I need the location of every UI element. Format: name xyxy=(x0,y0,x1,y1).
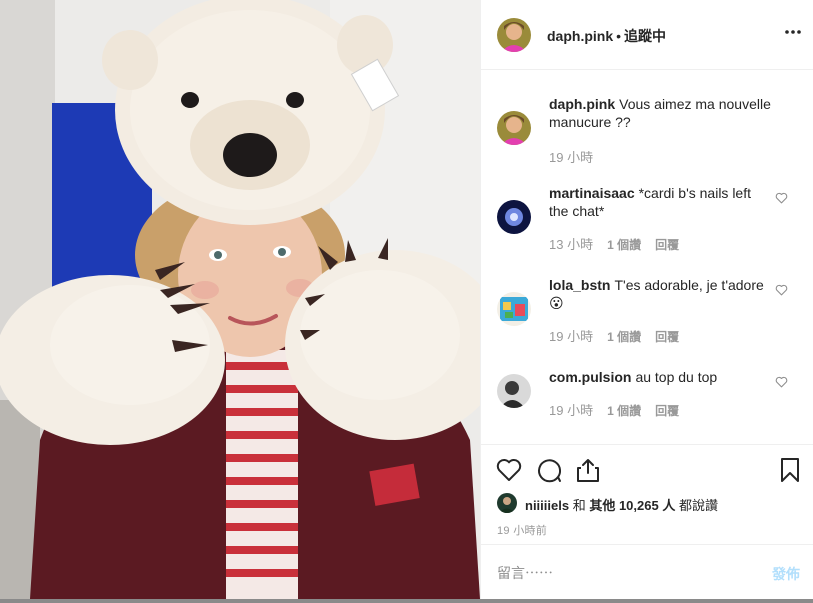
likes-conjunction: 和 xyxy=(572,498,586,513)
liker-avatar[interactable] xyxy=(497,493,517,513)
window-bottom-edge xyxy=(0,599,813,603)
likes-suffix: 都說讚 xyxy=(678,498,718,513)
comment-time[interactable]: 13 小時 xyxy=(549,237,593,252)
liker-username[interactable]: niiiiiels xyxy=(525,498,569,513)
bookmark-icon[interactable] xyxy=(777,457,803,483)
comment-time[interactable]: 19 小時 xyxy=(549,329,593,344)
comment-likes[interactable]: 1 個讚 xyxy=(607,404,641,418)
more-icon[interactable] xyxy=(784,22,802,46)
post-side-panel: daph.pink • 追蹤中 daph.pink Vous aimez ma … xyxy=(480,0,813,599)
share-icon[interactable] xyxy=(575,457,601,483)
comment-heart-icon[interactable] xyxy=(775,376,788,388)
separator-dot: • xyxy=(616,28,622,44)
post-photo[interactable] xyxy=(0,0,480,599)
comment-heart-icon[interactable] xyxy=(775,192,788,204)
comment-text: com.pulsion au top du top xyxy=(549,368,771,386)
comment-text: martinaisaac *cardi b's nails left the ch… xyxy=(549,184,771,220)
comment-time[interactable]: 19 小時 xyxy=(549,403,593,418)
heart-icon[interactable] xyxy=(496,457,522,483)
likes-others-count[interactable]: 其他 10,265 人 xyxy=(589,498,675,513)
commenter-avatar[interactable] xyxy=(497,200,531,234)
post-timestamp[interactable]: 19 小時前 xyxy=(497,522,547,538)
post-header: daph.pink • 追蹤中 xyxy=(481,0,813,70)
photo-illustration xyxy=(0,0,480,599)
comment-meta: 19 小時 xyxy=(549,147,607,166)
comment-username[interactable]: lola_bstn xyxy=(549,277,610,293)
instagram-post-modal: daph.pink • 追蹤中 daph.pink Vous aimez ma … xyxy=(0,0,813,603)
comment-meta: 13 小時 1 個讚 回覆 xyxy=(549,234,693,253)
post-comment-button[interactable]: 發佈 xyxy=(772,564,800,584)
author-avatar[interactable] xyxy=(497,18,531,52)
author-username[interactable]: daph.pink xyxy=(547,28,613,44)
comment-time[interactable]: 19 小時 xyxy=(549,150,593,165)
comment-username[interactable]: com.pulsion xyxy=(549,369,631,385)
reply-button[interactable]: 回覆 xyxy=(655,330,679,344)
post-actions: niiiiiels 和 其他 10,265 人 都說讚 19 小時前 xyxy=(481,444,813,544)
follow-status-button[interactable]: 追蹤中 xyxy=(624,28,666,44)
comment-likes[interactable]: 1 個讚 xyxy=(607,238,641,252)
comments-list[interactable]: daph.pink Vous aimez ma nouvelle manucure… xyxy=(481,71,813,443)
reply-button[interactable]: 回覆 xyxy=(655,238,679,252)
comment-meta: 19 小時 1 個讚 回覆 xyxy=(549,326,693,345)
comment-meta: 19 小時 1 個讚 回覆 xyxy=(549,400,693,419)
reply-button[interactable]: 回覆 xyxy=(655,404,679,418)
comment-input[interactable] xyxy=(497,563,747,583)
comment-text: lola_bstn T'es adorable, je t'adore 😮 xyxy=(549,276,771,312)
comment-heart-icon[interactable] xyxy=(775,284,788,296)
comment-text: daph.pink Vous aimez ma nouvelle manucure… xyxy=(549,95,771,131)
post-author-line: daph.pink • 追蹤中 xyxy=(547,26,666,46)
comment-username[interactable]: daph.pink xyxy=(549,96,615,112)
likes-text: niiiiiels 和 其他 10,265 人 都說讚 xyxy=(525,495,718,514)
commenter-avatar[interactable] xyxy=(497,111,531,145)
comment-icon[interactable] xyxy=(536,457,562,483)
commenter-avatar[interactable] xyxy=(497,292,531,326)
commenter-avatar[interactable] xyxy=(497,374,531,408)
comment-likes[interactable]: 1 個讚 xyxy=(607,330,641,344)
add-comment-bar: 發佈 xyxy=(481,544,813,599)
comment-username[interactable]: martinaisaac xyxy=(549,185,635,201)
comment-body: au top du top xyxy=(635,369,718,385)
